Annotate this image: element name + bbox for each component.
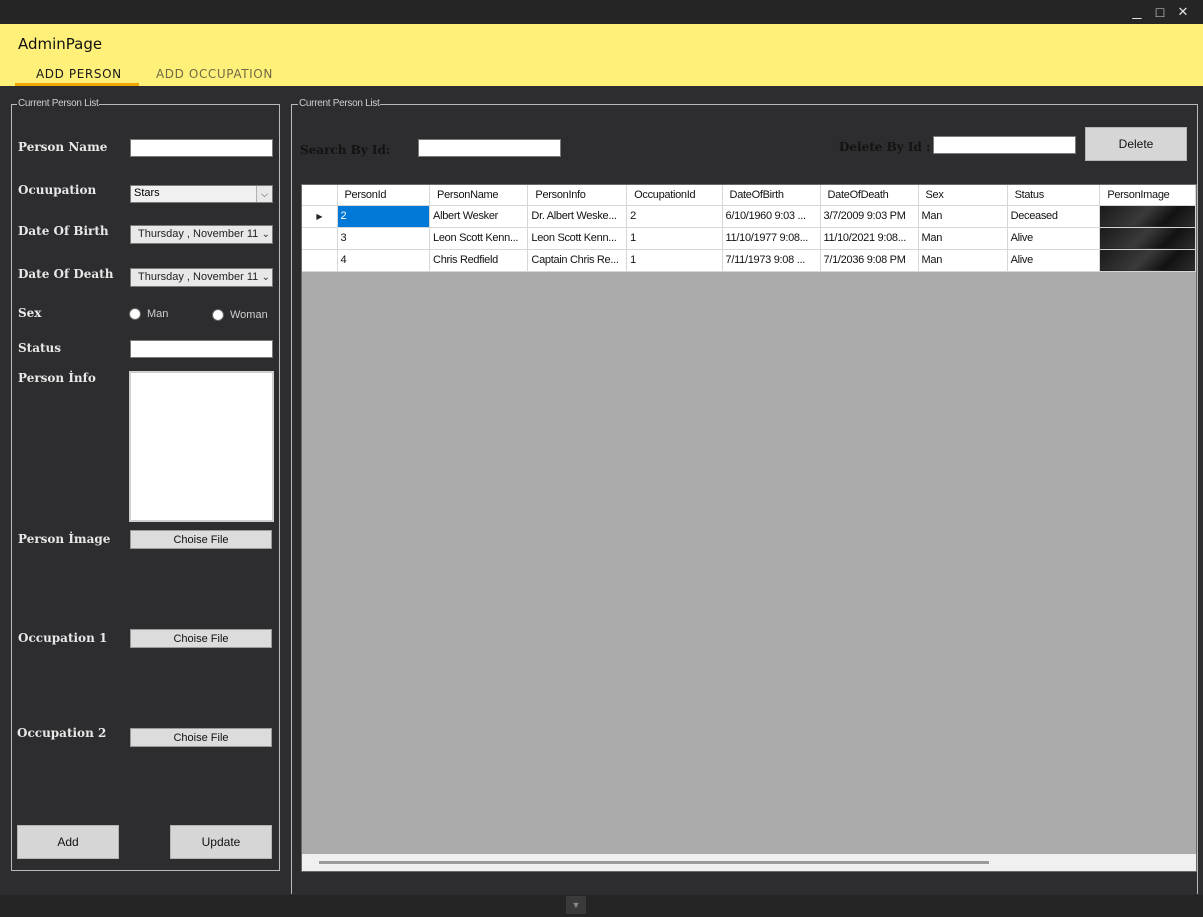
cell-occupationid[interactable]: 1 <box>626 227 723 250</box>
cell-dateofbirth[interactable]: 6/10/1960 9:03 ... <box>722 205 821 228</box>
horizontal-scrollbar-thumb[interactable] <box>319 861 989 864</box>
cell-personinfo[interactable]: Leon Scott Kenn... <box>527 227 628 250</box>
cell-person-image-thumbnail[interactable] <box>1099 249 1196 272</box>
cell-dateofdeath[interactable]: 3/7/2009 9:03 PM <box>820 205 919 228</box>
table-row[interactable]: 3 Leon Scott Kenn... Leon Scott Kenn... … <box>302 227 1196 250</box>
column-header-personid[interactable]: PersonId <box>337 185 431 206</box>
cell-sex[interactable]: Man <box>918 227 1008 250</box>
cell-status[interactable]: Deceased <box>1007 205 1101 228</box>
cell-personname[interactable]: Leon Scott Kenn... <box>429 227 529 250</box>
column-header-dateofbirth[interactable]: DateOfBirth <box>722 185 821 206</box>
column-header-personname[interactable]: PersonName <box>429 185 529 206</box>
date-of-birth-value: Thursday , November 11 <box>138 228 259 240</box>
cell-personid[interactable]: 2 <box>337 205 431 228</box>
column-header-personimage[interactable]: PersonImage <box>1099 185 1196 206</box>
sex-label: Sex <box>18 306 42 320</box>
cell-personid[interactable]: 4 <box>337 249 431 272</box>
occupation-label: Ocuupation <box>18 183 97 197</box>
date-of-death-picker[interactable]: Thursday , November 11 ⌄ <box>130 268 273 287</box>
window-titlebar: _ □ ✕ <box>0 0 1203 24</box>
column-header-status[interactable]: Status <box>1007 185 1101 206</box>
occupation-select[interactable]: Stars ⌵ <box>130 185 273 203</box>
person-info-textarea[interactable] <box>129 371 274 522</box>
cell-sex[interactable]: Man <box>918 249 1008 272</box>
table-header-row: PersonId PersonName PersonInfo Occupatio… <box>302 185 1196 206</box>
chevron-down-icon: ⌄ <box>261 229 270 240</box>
app-header: AdminPage ADD PERSON ADD OCCUPATION <box>0 24 1203 86</box>
close-icon[interactable]: ✕ <box>1172 2 1194 22</box>
row-header[interactable] <box>302 249 338 272</box>
search-by-id-label: Search By Id: <box>300 143 391 157</box>
date-of-death-value: Thursday , November 11 <box>138 271 259 283</box>
bottom-bar <box>0 895 1203 917</box>
person-image-choose-file-button[interactable]: Choise File <box>130 530 272 549</box>
delete-by-id-input[interactable] <box>933 136 1076 154</box>
tab-add-person[interactable]: ADD PERSON <box>36 67 122 81</box>
column-header-personinfo[interactable]: PersonInfo <box>527 185 628 206</box>
column-header-occupationid[interactable]: OccupationId <box>626 185 723 206</box>
person-info-label: Person İnfo <box>18 371 96 385</box>
cell-dateofbirth[interactable]: 11/10/1977 9:08... <box>722 227 821 250</box>
occupation-1-label: Occupation 1 <box>18 631 108 645</box>
cell-person-image-thumbnail[interactable] <box>1099 205 1196 228</box>
maximize-icon[interactable]: □ <box>1149 2 1171 22</box>
status-label: Status <box>18 341 62 355</box>
search-by-id-input[interactable] <box>418 139 561 157</box>
cell-personid[interactable]: 3 <box>337 227 431 250</box>
chevron-down-icon: ⌵ <box>256 186 272 202</box>
cell-personinfo[interactable]: Captain Chris Re... <box>527 249 628 272</box>
column-header-sex[interactable]: Sex <box>918 185 1008 206</box>
table-row[interactable]: 4 Chris Redfield Captain Chris Re... 1 7… <box>302 249 1196 272</box>
delete-button[interactable]: Delete <box>1085 127 1187 161</box>
cell-dateofdeath[interactable]: 7/1/2036 9:08 PM <box>820 249 919 272</box>
sex-woman-label: Woman <box>230 309 268 321</box>
cell-personname[interactable]: Chris Redfield <box>429 249 529 272</box>
minimize-icon[interactable]: _ <box>1126 2 1148 22</box>
cell-dateofdeath[interactable]: 11/10/2021 9:08... <box>820 227 919 250</box>
cell-personname[interactable]: Albert Wesker <box>429 205 529 228</box>
sex-man-label: Man <box>147 308 169 320</box>
cell-dateofbirth[interactable]: 7/11/1973 9:08 ... <box>722 249 821 272</box>
delete-by-id-label: Delete By Id : <box>839 140 931 154</box>
cell-occupationid[interactable]: 1 <box>626 249 723 272</box>
horizontal-scrollbar[interactable] <box>302 854 1196 871</box>
cell-personinfo[interactable]: Dr. Albert Weske... <box>527 205 628 228</box>
person-table: PersonId PersonName PersonInfo Occupatio… <box>302 185 1196 272</box>
occupation-select-value: Stars <box>134 187 160 199</box>
person-image-label: Person İmage <box>18 532 111 546</box>
status-input[interactable] <box>130 340 273 358</box>
sex-man-radio[interactable] <box>129 308 141 320</box>
cell-status[interactable]: Alive <box>1007 227 1101 250</box>
row-header[interactable] <box>302 227 338 250</box>
date-of-death-label: Date Of Death <box>18 267 114 281</box>
cell-occupationid[interactable]: 2 <box>626 205 723 228</box>
occupation-1-choose-file-button[interactable]: Choise File <box>130 629 272 648</box>
date-of-birth-label: Date Of Birth <box>18 224 109 238</box>
person-list-group-title: Current Person List <box>298 98 381 109</box>
person-form-group-title: Current Person List <box>17 98 100 109</box>
active-tab-indicator <box>15 83 139 86</box>
cell-status[interactable]: Alive <box>1007 249 1101 272</box>
add-button[interactable]: Add <box>17 825 119 859</box>
date-of-birth-picker[interactable]: Thursday , November 11 ⌄ <box>130 225 273 244</box>
current-row-indicator-icon[interactable]: ▶ <box>302 205 338 228</box>
chevron-down-icon: ⌄ <box>261 272 270 283</box>
update-button[interactable]: Update <box>170 825 272 859</box>
person-name-input[interactable] <box>130 139 273 157</box>
app-title: AdminPage <box>18 35 103 53</box>
sex-woman-radio[interactable] <box>212 309 224 321</box>
expand-down-icon[interactable]: ▼ <box>566 896 586 914</box>
person-name-label: Person Name <box>18 140 108 154</box>
cell-person-image-thumbnail[interactable] <box>1099 227 1196 250</box>
occupation-2-choose-file-button[interactable]: Choise File <box>130 728 272 747</box>
person-data-grid[interactable]: PersonId PersonName PersonInfo Occupatio… <box>301 184 1197 872</box>
column-header-dateofdeath[interactable]: DateOfDeath <box>820 185 919 206</box>
row-header-corner <box>302 185 338 206</box>
table-row[interactable]: ▶ 2 Albert Wesker Dr. Albert Weske... 2 … <box>302 205 1196 228</box>
tab-add-occupation[interactable]: ADD OCCUPATION <box>156 67 273 81</box>
cell-sex[interactable]: Man <box>918 205 1008 228</box>
occupation-2-label: Occupation 2 <box>17 726 107 740</box>
